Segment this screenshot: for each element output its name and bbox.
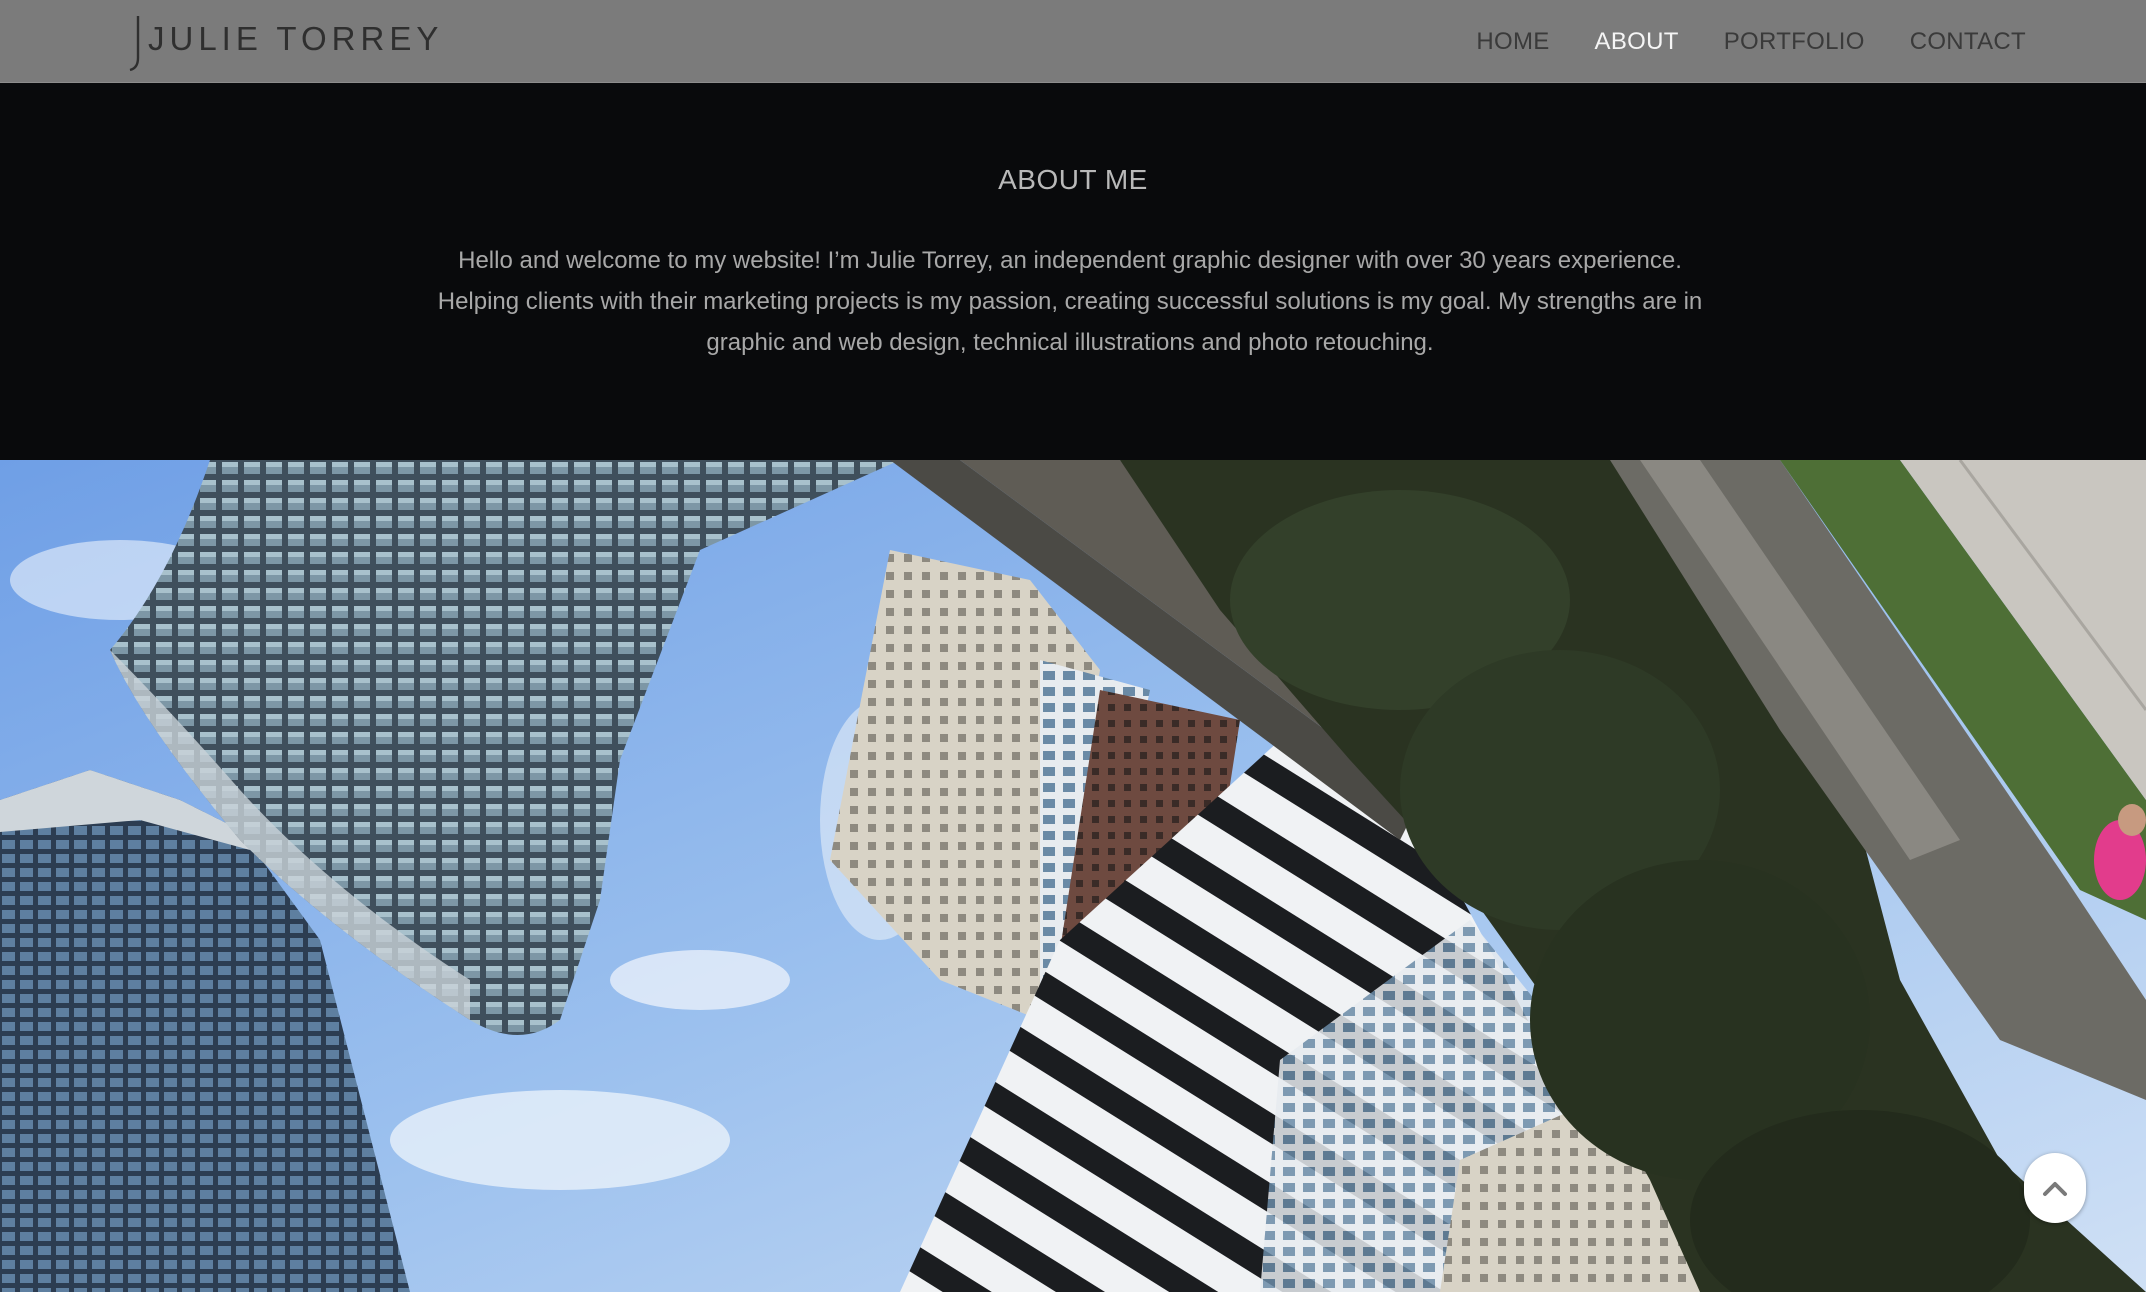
about-body: Hello and welcome to my website! I’m Jul… [437, 247, 1703, 356]
about-section: ABOUT ME Hello and welcome to my website… [0, 84, 2146, 460]
hero-photo [0, 460, 2146, 1292]
logo-text: JULIE TORREY [148, 20, 444, 57]
nav-contact[interactable]: CONTACT [1910, 28, 2026, 56]
site-header: JULIE TORREY HOME ABOUT PORTFOLIO CONTAC… [0, 0, 2146, 83]
main-nav: HOME ABOUT PORTFOLIO CONTACT [1476, 0, 2026, 83]
nav-home[interactable]: HOME [1476, 28, 1549, 56]
nav-about[interactable]: ABOUT [1595, 28, 1679, 56]
nav-portfolio[interactable]: PORTFOLIO [1724, 28, 1865, 56]
site-logo[interactable]: JULIE TORREY [128, 14, 438, 72]
city-skyline-photo [0, 460, 2146, 1292]
back-to-top-button[interactable] [2024, 1153, 2086, 1223]
chevron-up-icon [2043, 1182, 2067, 1196]
about-title: ABOUT ME [998, 164, 1148, 195]
